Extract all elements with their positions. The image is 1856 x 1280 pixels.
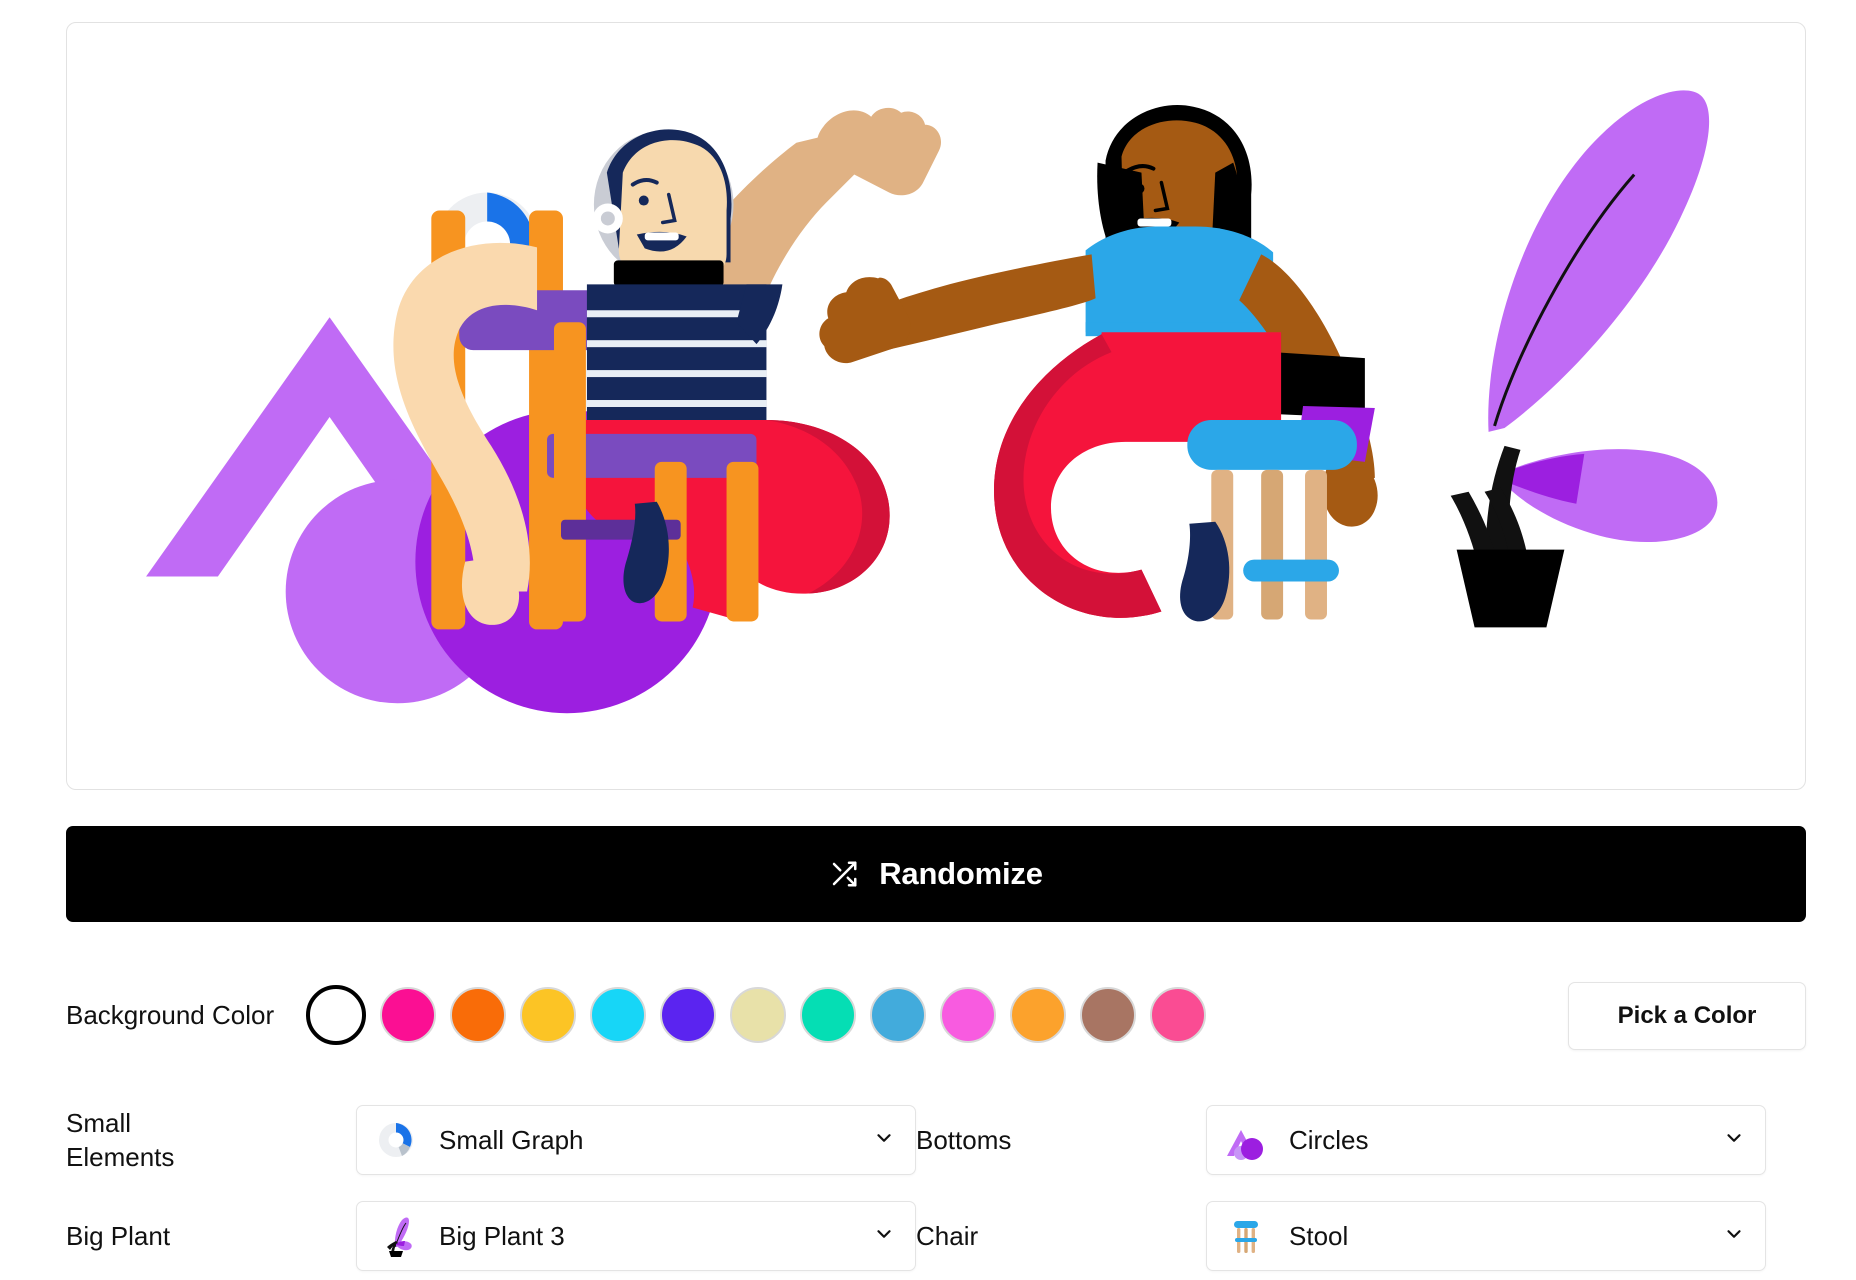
big-plant — [1450, 90, 1718, 628]
illustration-svg — [146, 90, 1718, 714]
chevron-down-icon — [1723, 1223, 1745, 1250]
big-plant-select[interactable]: Big Plant 3 — [356, 1201, 916, 1271]
left-character-shirt — [586, 284, 783, 422]
donut-chart-icon — [373, 1117, 419, 1163]
color-swatch-steel-blue[interactable] — [870, 987, 926, 1043]
pick-a-color-button[interactable]: Pick a Color — [1568, 982, 1806, 1050]
chevron-down-icon — [873, 1127, 895, 1154]
stool-icon — [1223, 1213, 1269, 1259]
left-character-head — [592, 129, 734, 279]
color-swatch-violet[interactable] — [660, 987, 716, 1043]
option-label-big-plant: Big Plant — [66, 1220, 171, 1251]
big-plant-value: Big Plant 3 — [439, 1220, 565, 1251]
color-swatch-turquoise[interactable] — [800, 987, 856, 1043]
right-character-skirt — [994, 332, 1282, 618]
left-character-collar — [613, 260, 724, 287]
color-swatch-pink[interactable] — [940, 987, 996, 1043]
color-swatch-amber[interactable] — [1010, 987, 1066, 1043]
option-label-small-elements: Small Elements — [66, 1107, 175, 1172]
chair-value: Stool — [1289, 1220, 1349, 1251]
option-label-bottoms: Bottoms — [916, 1124, 1012, 1155]
bottoms-value: Circles — [1289, 1124, 1369, 1155]
chevron-down-icon — [1723, 1127, 1745, 1154]
right-character-extended-arm — [819, 254, 1096, 364]
potted-plant-icon — [373, 1213, 419, 1259]
illustration-canvas — [66, 22, 1806, 790]
color-swatch-brown[interactable] — [1080, 987, 1136, 1043]
color-swatch-cyan[interactable] — [590, 987, 646, 1043]
randomize-button[interactable]: Randomize — [66, 826, 1806, 922]
color-swatch-white[interactable] — [306, 985, 366, 1045]
background-color-label: Background Color — [66, 999, 275, 1030]
color-swatch-magenta[interactable] — [380, 987, 436, 1043]
options-grid: Small Elements Small Graph Bottoms Circl… — [66, 1092, 1806, 1280]
color-swatch-khaki[interactable] — [730, 987, 786, 1043]
illustration-generator-page: Randomize Background Color Pick a Color … — [0, 0, 1856, 1280]
chevron-down-icon — [873, 1223, 895, 1250]
shuffle-icon — [829, 859, 859, 889]
color-swatch-hot-pink[interactable] — [1150, 987, 1206, 1043]
triangle-circle-icon — [1223, 1117, 1269, 1163]
small-elements-value: Small Graph — [439, 1124, 584, 1155]
background-color-row: Background Color Pick a Color — [66, 960, 1806, 1070]
color-swatch-orange-red[interactable] — [450, 987, 506, 1043]
color-swatch-yellow[interactable] — [520, 987, 576, 1043]
option-label-chair: Chair — [916, 1220, 979, 1251]
small-elements-select[interactable]: Small Graph — [356, 1105, 916, 1175]
bottoms-select[interactable]: Circles — [1206, 1105, 1766, 1175]
chair-select[interactable]: Stool — [1206, 1201, 1766, 1271]
right-character-shirt — [1085, 226, 1274, 337]
randomize-label: Randomize — [879, 856, 1043, 891]
